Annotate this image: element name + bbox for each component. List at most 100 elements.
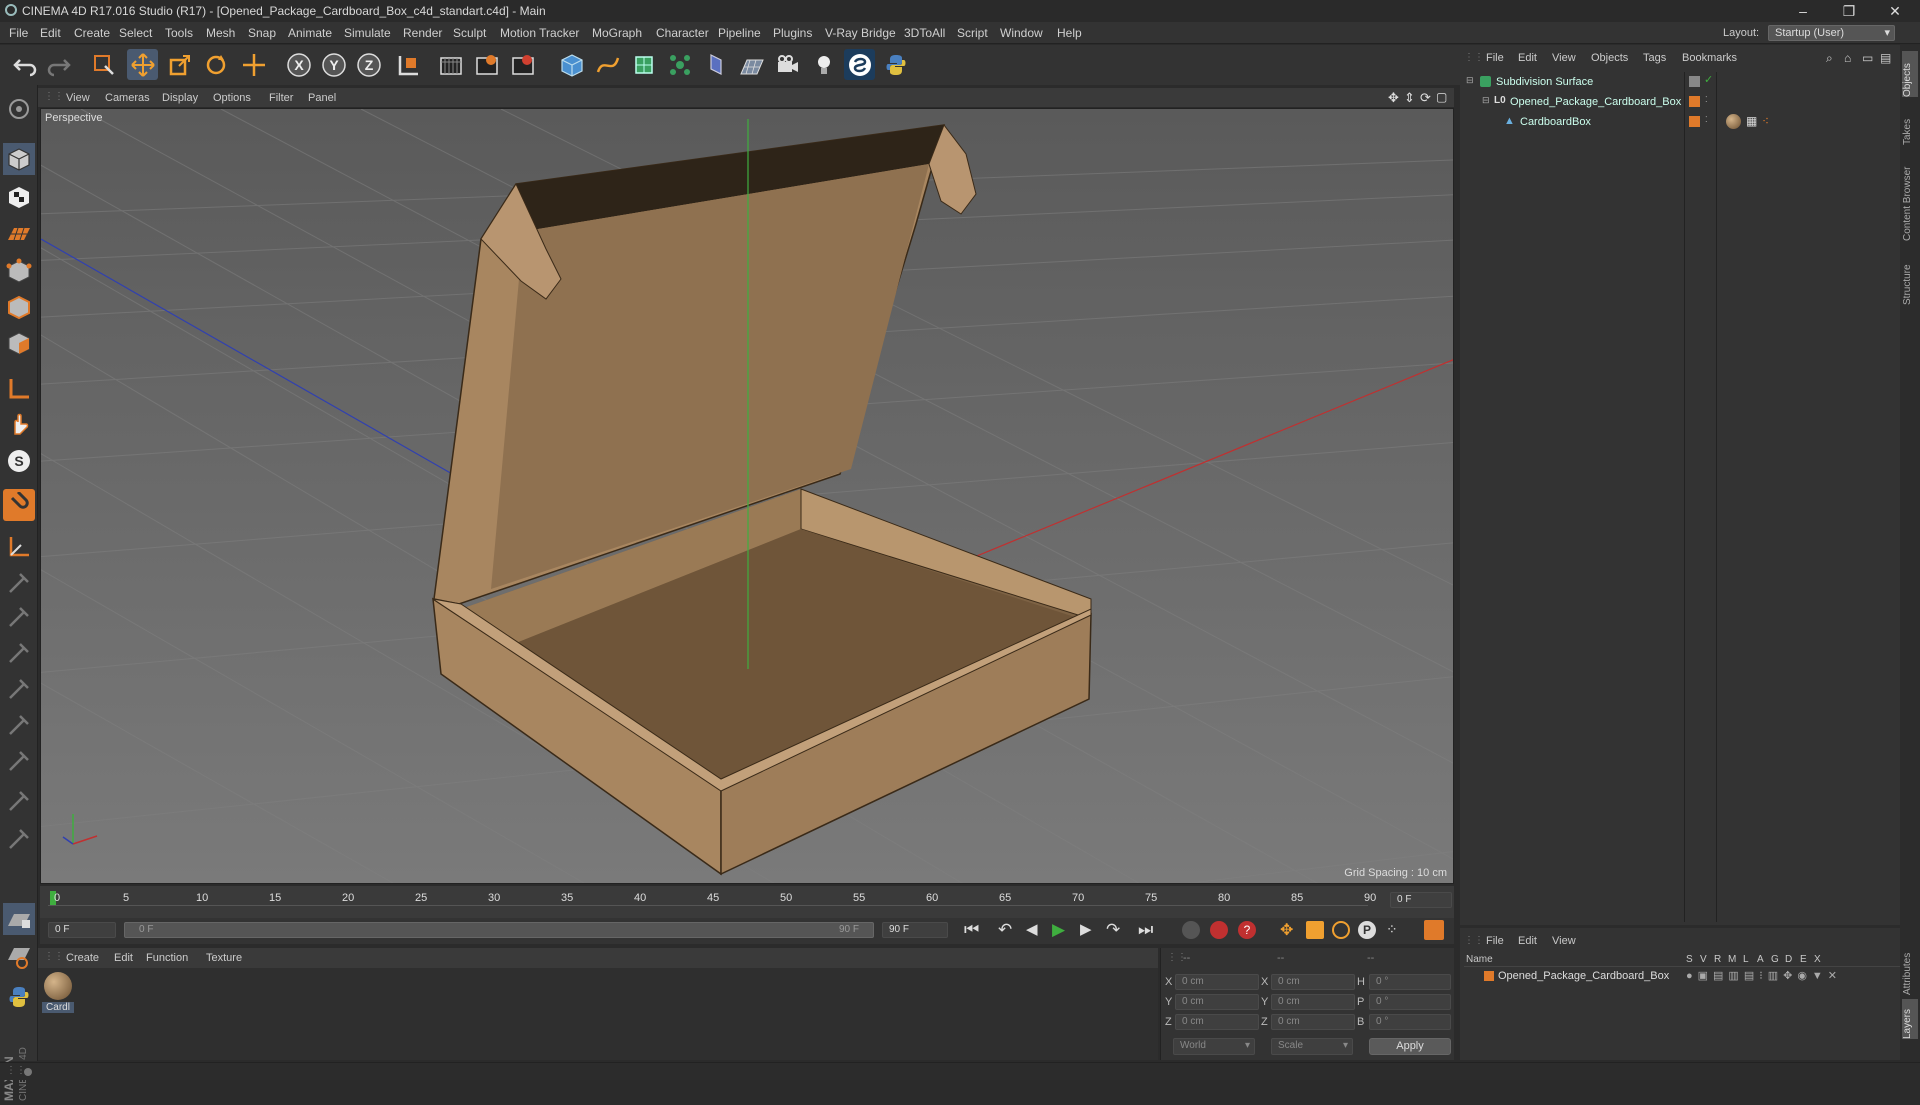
menu-sculpt[interactable]: Sculpt (453, 26, 486, 40)
size-y-field[interactable]: 0 cm (1271, 994, 1355, 1010)
menu-file[interactable]: File (9, 26, 28, 40)
next-frame-icon[interactable]: ▶ (1080, 920, 1092, 938)
magnet-icon[interactable] (3, 489, 35, 521)
viewport-rotate-icon[interactable]: ⟳ (1420, 90, 1431, 106)
viewport-toggle-icon[interactable]: ▢ (1436, 90, 1447, 104)
brush-tool-8-icon[interactable] (3, 823, 35, 855)
layer-menu-file[interactable]: File (1486, 935, 1504, 947)
key-rotation-icon[interactable] (1332, 921, 1350, 939)
apply-button[interactable]: Apply (1369, 1038, 1451, 1055)
rot-h-field[interactable]: 0 ° (1369, 974, 1451, 990)
cube-primitive-icon[interactable] (556, 49, 587, 80)
live-selection-icon[interactable] (88, 49, 119, 80)
tab-layers[interactable]: Layers (1902, 999, 1918, 1039)
key-scale-icon[interactable] (1306, 921, 1324, 939)
edit-render-settings-icon[interactable] (507, 49, 538, 80)
uvw-tag-icon[interactable]: ▦ (1746, 114, 1757, 128)
viewport-menu-view[interactable]: View (66, 92, 90, 104)
coordinate-mode-select[interactable]: World ▾ (1173, 1038, 1255, 1055)
start-frame-field[interactable]: 0 F (48, 922, 116, 938)
visibility-dots-icon[interactable]: ⁚ (1705, 95, 1708, 104)
previous-key-icon[interactable]: ↶ (998, 920, 1012, 940)
viewport-menu-panel[interactable]: Panel (308, 92, 336, 104)
new-view-icon[interactable]: ▭ (1862, 51, 1873, 65)
end-frame-field[interactable]: 90 F (882, 922, 948, 938)
material-tag-icon[interactable] (1726, 114, 1741, 129)
phong-tag-icon[interactable]: ⁖ (1762, 114, 1769, 128)
object-row[interactable]: ⊟ Subdivision Surface ✓ (1464, 73, 1900, 92)
pos-z-field[interactable]: 0 cm (1175, 1014, 1259, 1030)
menu-mesh[interactable]: Mesh (206, 26, 235, 40)
layer-swatch[interactable] (1689, 76, 1700, 87)
material-menu-texture[interactable]: Texture (206, 952, 242, 964)
current-frame-field[interactable]: 0 F (1390, 892, 1452, 908)
object-menu-edit[interactable]: Edit (1518, 52, 1537, 64)
viewport-move-icon[interactable]: ✥ (1388, 90, 1399, 106)
close-button[interactable]: ✕ (1872, 0, 1918, 22)
material-menu-edit[interactable]: Edit (114, 952, 133, 964)
previous-frame-icon[interactable]: ◀ (1026, 920, 1038, 938)
axis-mode-icon[interactable] (3, 373, 35, 405)
layer-color-swatch[interactable] (1484, 971, 1494, 981)
menu-motion-tracker[interactable]: Motion Tracker (500, 26, 579, 40)
material-menu-create[interactable]: Create (66, 952, 99, 964)
go-to-start-icon[interactable]: ⏮ (964, 920, 979, 940)
object-row[interactable]: ▲ CardboardBox ⁚ ▦ ⁖ (1464, 113, 1900, 132)
grid-lock-icon[interactable] (3, 903, 35, 935)
menu-script[interactable]: Script (957, 26, 988, 40)
cloner-icon[interactable] (664, 49, 695, 80)
enabled-check-icon[interactable]: ✓ (1704, 73, 1713, 86)
tab-takes[interactable]: Takes (1902, 105, 1918, 145)
viewport-menu-filter[interactable]: Filter (269, 92, 293, 104)
play-icon[interactable]: ▶ (1052, 920, 1065, 940)
camera-icon[interactable] (772, 49, 803, 80)
menu-animate[interactable]: Animate (288, 26, 332, 40)
record-keys-icon[interactable] (1182, 921, 1200, 939)
move-icon[interactable] (127, 49, 158, 80)
object-menu-file[interactable]: File (1486, 52, 1504, 64)
key-pla-icon[interactable]: ⁘ (1386, 921, 1398, 938)
layer-swatch[interactable] (1689, 116, 1700, 127)
points-mode-icon[interactable] (3, 255, 35, 287)
subdivision-surface-icon[interactable] (628, 49, 659, 80)
viewport-menu-options[interactable]: Options (213, 92, 251, 104)
viewport-menu-cameras[interactable]: Cameras (105, 92, 150, 104)
axis-lock-icon[interactable] (3, 531, 35, 563)
floor-icon[interactable] (736, 49, 767, 80)
layout-select[interactable]: Startup (User) ▾ (1768, 25, 1895, 41)
menu-pipeline[interactable]: Pipeline (718, 26, 761, 40)
home-icon[interactable]: ⌂ (1844, 51, 1851, 65)
brush-tool-1-icon[interactable] (3, 567, 35, 599)
range-slider[interactable]: 0 F 90 F (124, 922, 874, 938)
brush-tool-7-icon[interactable] (3, 785, 35, 817)
brush-tool-6-icon[interactable] (3, 745, 35, 777)
pos-x-field[interactable]: 0 cm (1175, 974, 1259, 990)
key-parameter-icon[interactable]: P (1358, 921, 1376, 939)
menu-character[interactable]: Character (656, 26, 709, 40)
object-menu-objects[interactable]: Objects (1591, 52, 1628, 64)
coordinate-system-icon[interactable] (393, 49, 424, 80)
light-icon[interactable] (808, 49, 839, 80)
redo-icon[interactable] (43, 49, 74, 80)
workplane-icon[interactable] (3, 93, 35, 125)
menu-tools[interactable]: Tools (165, 26, 193, 40)
render-view-icon[interactable] (435, 49, 466, 80)
3d-viewport[interactable]: Perspective Grid Spacing : 10 cm (40, 108, 1454, 884)
menu-create[interactable]: Create (74, 26, 110, 40)
layer-menu-edit[interactable]: Edit (1518, 935, 1537, 947)
menu-select[interactable]: Select (119, 26, 152, 40)
timeline-window-icon[interactable] (1424, 920, 1444, 940)
menu-3dtoall[interactable]: 3DToAll (904, 26, 945, 40)
material-menu-function[interactable]: Function (146, 952, 188, 964)
keyframe-selection-icon[interactable]: ? (1238, 921, 1256, 939)
brush-tool-3-icon[interactable] (3, 637, 35, 669)
object-menu-tags[interactable]: Tags (1643, 52, 1666, 64)
spline-pen-icon[interactable] (592, 49, 623, 80)
size-z-field[interactable]: 0 cm (1271, 1014, 1355, 1030)
next-key-icon[interactable]: ↷ (1106, 920, 1120, 940)
tab-structure[interactable]: Structure (1902, 245, 1918, 305)
timeline-ruler[interactable]: 0 5 10 15 20 25 30 35 40 45 50 55 60 65 … (40, 886, 1454, 920)
snap-s-icon[interactable]: S (3, 445, 35, 477)
rot-b-field[interactable]: 0 ° (1369, 1014, 1451, 1030)
menu-help[interactable]: Help (1057, 26, 1082, 40)
